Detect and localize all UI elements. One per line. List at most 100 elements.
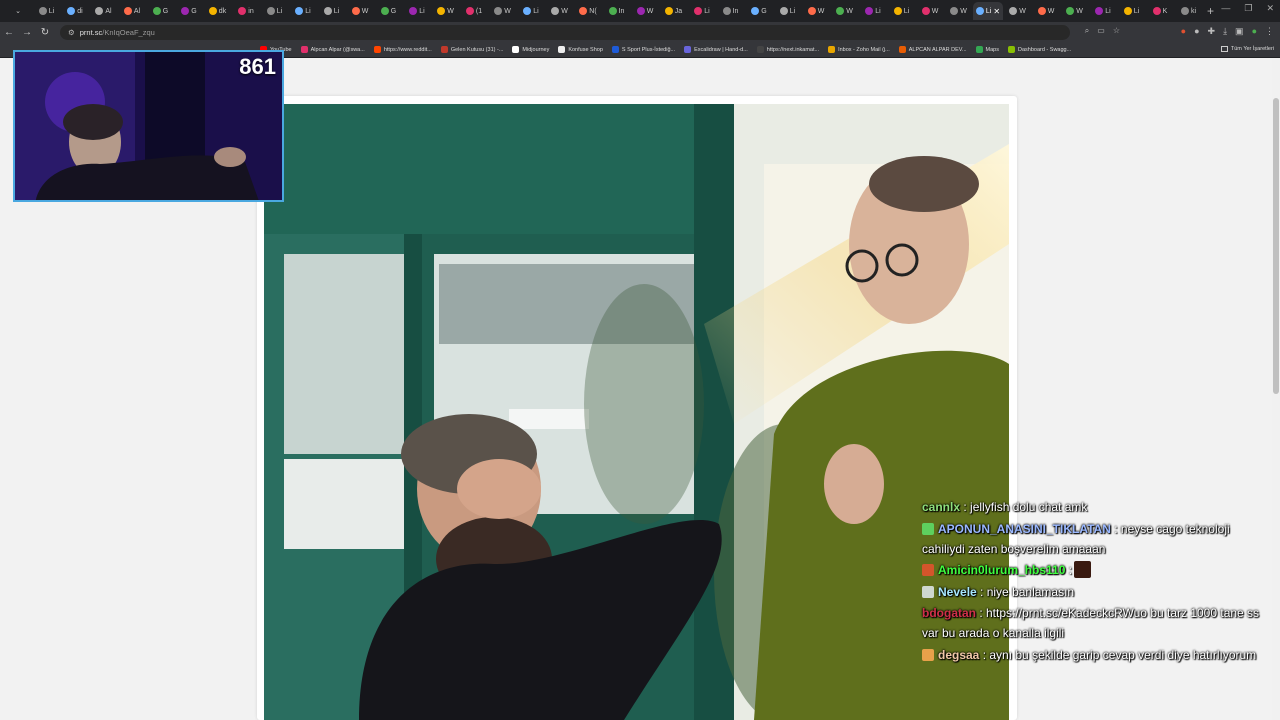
bookmark-item[interactable]: Dashboard - Swagg...	[1007, 46, 1071, 53]
tab[interactable]: Li	[289, 2, 317, 20]
all-bookmarks-button[interactable]: Tüm Yer İşaretleri	[1220, 46, 1274, 52]
close-tab-icon[interactable]: ✕	[993, 7, 1000, 16]
tab[interactable]: Al	[90, 2, 118, 20]
tab-search-button[interactable]: ⌄	[4, 2, 32, 20]
tab-favicon-icon	[1095, 7, 1104, 15]
chat-username[interactable]: APONUN_ANASINI_TIKLATAN	[938, 522, 1111, 536]
tab[interactable]: Li	[688, 2, 716, 20]
window-controls: — ❐ ✕	[1221, 3, 1274, 14]
tab[interactable]: (1	[460, 2, 488, 20]
tab[interactable]: G	[175, 2, 203, 20]
tab-groups-icon[interactable]: ▣	[1235, 26, 1244, 37]
site-info-icon[interactable]: ⚙	[68, 28, 75, 37]
bookmark-item[interactable]: Inbox - Zoho Mail (j...	[828, 46, 890, 53]
tab-favicon-icon	[636, 7, 645, 15]
tab[interactable]: G	[375, 2, 403, 20]
extension-icon-red[interactable]: ●	[1181, 26, 1186, 37]
forward-button[interactable]: →	[18, 27, 36, 38]
tab[interactable]: K	[1146, 2, 1174, 20]
bookmark-item[interactable]: Excalidraw | Hand-d...	[684, 46, 748, 53]
zoom-icon[interactable]: ⌕	[1085, 26, 1089, 36]
tab[interactable]: W	[916, 2, 944, 20]
tab[interactable]: G	[147, 2, 175, 20]
tab[interactable]: W	[802, 2, 830, 20]
bookmark-item[interactable]: Gelen Kutusu (31) -...	[440, 46, 503, 53]
screenshot-image[interactable]	[264, 104, 1009, 720]
tab[interactable]: W	[1061, 2, 1089, 20]
tab[interactable]: In	[603, 2, 631, 20]
extension-icon-gray[interactable]: ●	[1194, 26, 1199, 37]
tab[interactable]: Li	[318, 2, 346, 20]
maximize-button[interactable]: ❐	[1244, 3, 1252, 14]
minimize-button[interactable]: —	[1221, 3, 1230, 14]
tab[interactable]: N(	[574, 2, 602, 20]
tab[interactable]: Ja	[660, 2, 688, 20]
tab[interactable]: in	[232, 2, 260, 20]
chat-username[interactable]: Nevele	[938, 585, 977, 599]
tab[interactable]: W	[346, 2, 374, 20]
bookmark-label: Excalidraw | Hand-d...	[694, 46, 748, 53]
tab[interactable]: W	[546, 2, 574, 20]
tab[interactable]: dk	[204, 2, 232, 20]
bookmark-item[interactable]: S Sport Plus-İstediğ...	[611, 46, 675, 53]
tab-favicon-icon	[465, 7, 474, 15]
tab[interactable]: Li	[403, 2, 431, 20]
tab[interactable]: W	[432, 2, 460, 20]
tab[interactable]: Li	[774, 2, 802, 20]
tab[interactable]: G	[745, 2, 773, 20]
reload-button[interactable]: ↻	[36, 27, 54, 38]
bookmark-item[interactable]: Konfuse Shop	[558, 46, 603, 53]
new-tab-button[interactable]: +	[1207, 4, 1214, 18]
tab[interactable]: Al	[118, 2, 146, 20]
tab-label: W	[960, 7, 967, 15]
bookmark-item[interactable]: Alpcan Alpar (@swa...	[300, 46, 365, 53]
extensions-puzzle-icon[interactable]: ✚	[1208, 26, 1216, 37]
chat-username[interactable]: Amicin0lurum_hbs110	[938, 563, 1065, 577]
tab-favicon-icon	[579, 7, 588, 15]
bookmark-item[interactable]: ALPCAN ALPAR DEV...	[898, 46, 967, 53]
tab-active[interactable]: Li ✕	[973, 2, 1003, 20]
chat-username[interactable]: degsaa	[938, 648, 979, 662]
bookmark-item[interactable]: Midjourney	[512, 46, 549, 53]
tab[interactable]: ki	[1175, 2, 1203, 20]
downloads-icon[interactable]: ⤓	[1223, 26, 1227, 37]
bookmark-star-icon[interactable]: ☆	[1113, 26, 1120, 36]
tab[interactable]: di	[61, 2, 89, 20]
tab-favicon-icon	[238, 7, 247, 15]
chat-username[interactable]: bdogatan	[922, 606, 976, 620]
chat-text: :	[1068, 563, 1073, 577]
back-button[interactable]: ←	[0, 27, 18, 38]
tab[interactable]: Li	[517, 2, 545, 20]
close-window-button[interactable]: ✕	[1266, 3, 1274, 14]
tab-label: W	[1019, 7, 1026, 15]
tab[interactable]: W	[1032, 2, 1060, 20]
tab[interactable]: Li	[1118, 2, 1146, 20]
chat-message: Nevele : niye banlamasın	[922, 582, 1262, 602]
page-scrollbar[interactable]	[1272, 58, 1280, 720]
bookmark-item[interactable]: https://www.reddit...	[373, 46, 432, 53]
tab[interactable]: In	[717, 2, 745, 20]
bookmark-favicon-icon	[684, 46, 692, 53]
bookmark-label: ALPCAN ALPAR DEV...	[908, 46, 967, 53]
tab[interactable]: W	[945, 2, 973, 20]
tab[interactable]: Li	[1089, 2, 1117, 20]
tab[interactable]: Li	[888, 2, 916, 20]
chat-badge-icon	[922, 564, 934, 576]
menu-kebab-icon[interactable]: ⋮	[1265, 26, 1274, 37]
tab[interactable]: W	[1004, 2, 1032, 20]
tab[interactable]: Li	[33, 2, 61, 20]
tab[interactable]: W	[489, 2, 517, 20]
cast-icon[interactable]: ▭	[1097, 26, 1105, 36]
bookmark-item[interactable]: https://next.inkamat...	[756, 46, 819, 53]
chat-message: degsaa : aynı bu şekilde garip cevap ver…	[922, 645, 1262, 665]
chat-username[interactable]: cannlx	[922, 500, 960, 514]
bookmark-item[interactable]: Maps	[975, 46, 999, 53]
tab[interactable]: W	[631, 2, 659, 20]
scrollbar-thumb[interactable]	[1273, 98, 1279, 394]
profile-avatar[interactable]: ●	[1252, 26, 1257, 37]
address-bar[interactable]: ⚙ prnt.sc/KnIqOeaF_zqu	[60, 24, 1070, 40]
tab[interactable]: Li	[859, 2, 887, 20]
tab[interactable]: Li	[261, 2, 289, 20]
tab-favicon-icon	[950, 7, 959, 15]
tab[interactable]: W	[831, 2, 859, 20]
